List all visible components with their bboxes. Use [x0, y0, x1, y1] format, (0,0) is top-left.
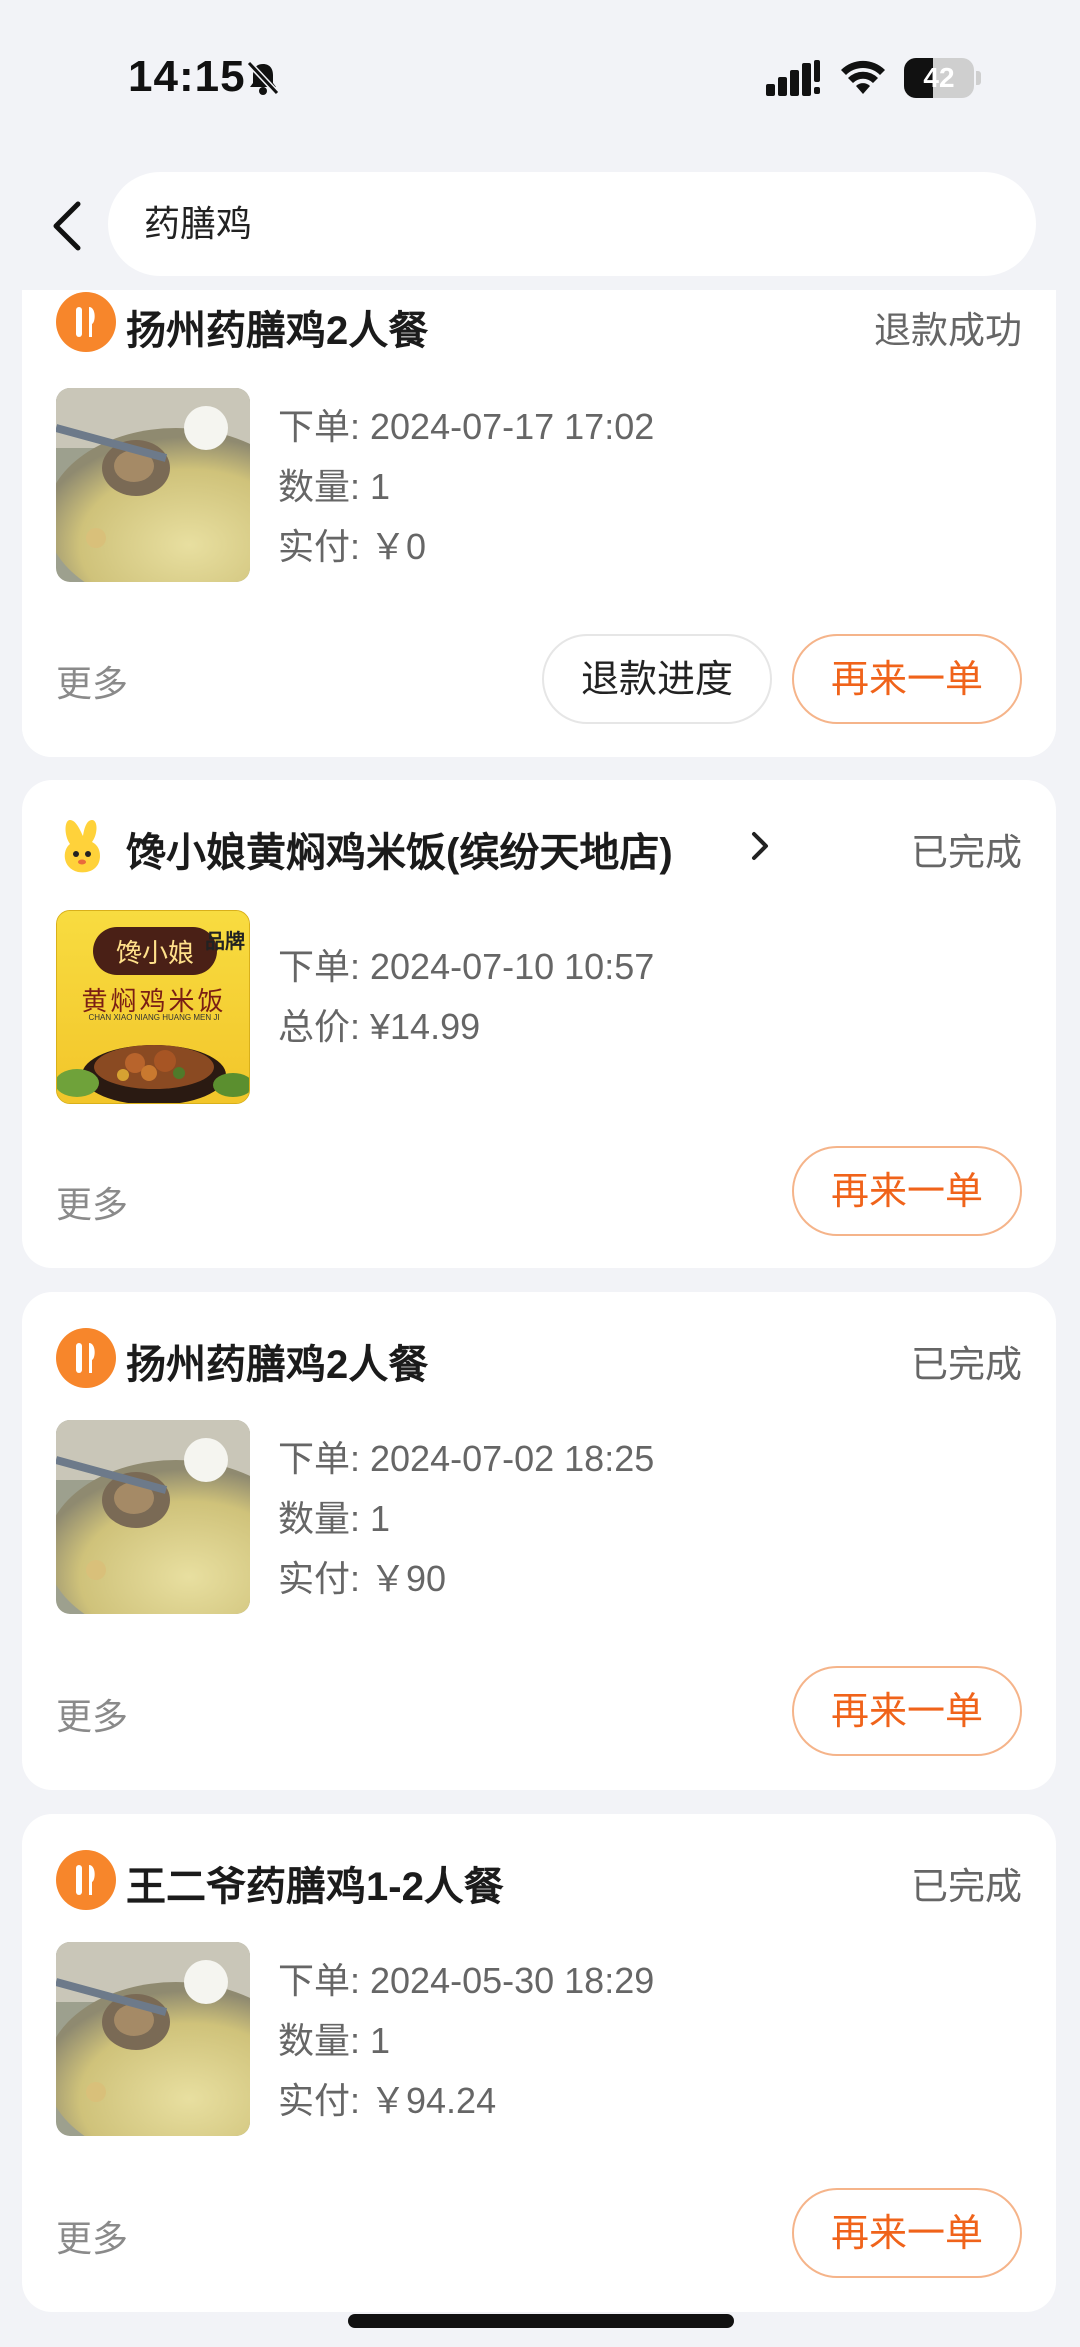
refund-progress-button[interactable]: 退款进度 — [542, 634, 772, 724]
logo-pinyin: CHAN XIAO NIANG HUANG MEN JI — [88, 1013, 220, 1022]
order-total: 总价: ¥14.99 — [278, 1006, 481, 1047]
battery-icon: 42 — [904, 58, 981, 98]
cellular-signal-icon — [766, 60, 820, 96]
store-name[interactable]: 扬州药膳鸡2人餐 — [126, 298, 428, 356]
product-image[interactable] — [56, 1420, 250, 1614]
home-indicator[interactable] — [348, 2314, 734, 2328]
more-link[interactable]: 更多 — [56, 2210, 128, 2262]
order-quantity: 数量: 1 — [278, 466, 391, 507]
restaurant-icon — [56, 292, 116, 352]
more-link[interactable]: 更多 — [56, 1688, 128, 1740]
battery-level-text: 42 — [923, 62, 955, 93]
back-arrow-icon[interactable] — [44, 196, 94, 256]
order-status: 已完成 — [911, 1866, 1022, 1907]
order-quantity: 数量: 1 — [278, 2020, 391, 2061]
search-query-text: 药膳鸡 — [144, 203, 253, 244]
logo-text: 馋小娘 — [115, 939, 194, 969]
order-paid: 实付: ￥90 — [278, 1558, 447, 1599]
more-link[interactable]: 更多 — [56, 655, 128, 707]
order-status: 退款成功 — [874, 310, 1022, 351]
order-time: 下单: 2024-07-17 17:02 — [278, 406, 655, 447]
order-quantity: 数量: 1 — [278, 1498, 391, 1539]
order-card[interactable]: 扬州药膳鸡2人餐 已完成 下单: 2024-07-02 18:25 数量: 1 … — [22, 1292, 1056, 1790]
chevron-right-icon[interactable] — [748, 828, 772, 864]
product-image[interactable]: 馋小娘 品牌 黄焖鸡米饭 CHAN XIAO NIANG HUANG MEN J… — [56, 910, 250, 1104]
brand-badge: 品牌 — [205, 931, 245, 953]
store-name[interactable]: 扬州药膳鸡2人餐 — [126, 1332, 428, 1390]
product-image[interactable] — [56, 388, 250, 582]
header-backdrop: 药膳鸡 — [0, 160, 1080, 290]
order-card[interactable]: 扬州药膳鸡2人餐 退款成功 下单: 2024-07-17 17:02 数量: 1… — [22, 290, 1056, 757]
order-card[interactable]: 馋小娘黄焖鸡米饭(缤纷天地店) 已完成 馋小娘 品牌 黄焖鸡米饭 CHAN XI… — [22, 780, 1056, 1268]
reorder-button[interactable]: 再来一单 — [792, 634, 1022, 724]
wifi-icon — [841, 60, 885, 94]
order-status: 已完成 — [911, 832, 1022, 873]
restaurant-icon — [56, 1850, 116, 1910]
order-paid: 实付: ￥0 — [278, 526, 427, 567]
more-link[interactable]: 更多 — [56, 1176, 128, 1228]
order-time: 下单: 2024-07-10 10:57 — [278, 946, 655, 987]
search-input[interactable]: 药膳鸡 — [108, 172, 1036, 276]
reorder-button[interactable]: 再来一单 — [792, 1666, 1022, 1756]
status-time: 14:15 — [128, 52, 246, 101]
store-name[interactable]: 馋小娘黄焖鸡米饭(缤纷天地店) — [126, 820, 673, 878]
product-image[interactable] — [56, 1942, 250, 2136]
order-time: 下单: 2024-05-30 18:29 — [278, 1960, 655, 2001]
bell-off-icon — [246, 60, 280, 96]
store-name[interactable]: 王二爷药膳鸡1-2人餐 — [126, 1854, 504, 1912]
reorder-button[interactable]: 再来一单 — [792, 1146, 1022, 1236]
order-card[interactable]: 王二爷药膳鸡1-2人餐 已完成 下单: 2024-05-30 18:29 数量:… — [22, 1814, 1056, 2312]
restaurant-icon — [56, 1328, 116, 1388]
reorder-button[interactable]: 再来一单 — [792, 2188, 1022, 2278]
status-bar: 14:15 42 — [0, 0, 1080, 160]
order-paid: 实付: ￥94.24 — [278, 2080, 497, 2121]
order-status: 已完成 — [911, 1344, 1022, 1385]
order-time: 下单: 2024-07-02 18:25 — [278, 1438, 655, 1479]
store-logo-icon — [64, 820, 100, 873]
